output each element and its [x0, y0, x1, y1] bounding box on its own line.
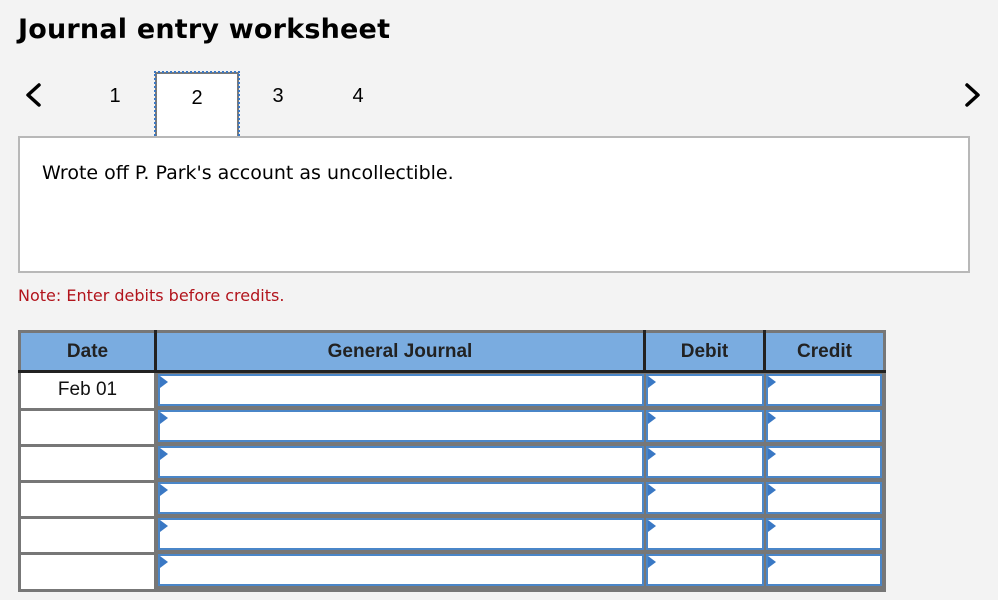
table-header-row: Date General Journal Debit Credit	[19, 331, 885, 373]
debit-cell	[644, 445, 765, 481]
credit-cell	[764, 481, 885, 517]
account-cell	[155, 445, 645, 481]
previous-button[interactable]	[18, 78, 48, 112]
column-header-credit: Credit	[763, 331, 885, 373]
debit-input[interactable]	[645, 446, 764, 478]
credit-cell	[764, 553, 885, 591]
table-row: Feb 01	[19, 371, 885, 409]
column-header-date: Date	[19, 331, 156, 373]
date-cell	[19, 443, 157, 481]
debit-input[interactable]	[645, 482, 764, 514]
debit-cell	[644, 481, 765, 517]
debit-cell	[644, 517, 765, 553]
credit-input[interactable]	[765, 518, 882, 550]
date-cell: Feb 01	[19, 371, 157, 409]
transaction-description-box: Wrote off P. Park's account as uncollect…	[18, 136, 970, 273]
debit-cell	[644, 553, 765, 591]
credit-input[interactable]	[765, 374, 882, 406]
table-row	[19, 443, 885, 481]
credit-input[interactable]	[765, 410, 882, 442]
debit-cell	[644, 409, 765, 445]
next-button[interactable]	[958, 78, 988, 112]
table-row	[19, 515, 885, 553]
debit-input[interactable]	[645, 518, 764, 550]
account-cell	[155, 553, 645, 591]
credit-cell	[764, 445, 885, 481]
journal-table: Date General Journal Debit Credit Feb 01	[18, 330, 886, 592]
table-row	[19, 407, 885, 445]
chevron-right-icon	[964, 82, 982, 108]
column-header-debit: Debit	[643, 331, 765, 373]
credit-cell	[764, 517, 885, 553]
column-header-general-journal: General Journal	[154, 331, 645, 373]
credit-cell	[764, 371, 885, 409]
tab-3[interactable]: 3	[258, 72, 298, 136]
account-input[interactable]	[158, 518, 644, 550]
account-cell	[155, 409, 645, 445]
credit-cell	[764, 409, 885, 445]
debit-input[interactable]	[645, 554, 764, 586]
account-cell	[155, 371, 645, 409]
debit-input[interactable]	[645, 374, 764, 406]
account-input[interactable]	[158, 446, 644, 478]
table-row	[19, 479, 885, 517]
date-cell	[19, 515, 157, 553]
account-cell	[155, 517, 645, 553]
account-cell	[155, 481, 645, 517]
tab-2-active[interactable]: 2	[154, 71, 240, 139]
account-input[interactable]	[158, 410, 644, 442]
page-title: Journal entry worksheet	[18, 14, 391, 45]
tab-1[interactable]: 1	[95, 72, 135, 136]
instruction-note: Note: Enter debits before credits.	[18, 286, 285, 305]
debit-input[interactable]	[645, 410, 764, 442]
table-row	[19, 551, 885, 591]
account-input[interactable]	[158, 482, 644, 514]
transaction-description: Wrote off P. Park's account as uncollect…	[42, 162, 454, 184]
credit-input[interactable]	[765, 554, 882, 586]
tab-4[interactable]: 4	[338, 72, 378, 136]
account-input[interactable]	[158, 554, 644, 586]
chevron-left-icon	[24, 82, 42, 108]
debit-cell	[644, 371, 765, 409]
credit-input[interactable]	[765, 482, 882, 514]
account-input[interactable]	[158, 374, 644, 406]
date-cell	[19, 479, 157, 517]
date-cell	[19, 407, 157, 445]
date-cell	[19, 551, 157, 591]
credit-input[interactable]	[765, 446, 882, 478]
